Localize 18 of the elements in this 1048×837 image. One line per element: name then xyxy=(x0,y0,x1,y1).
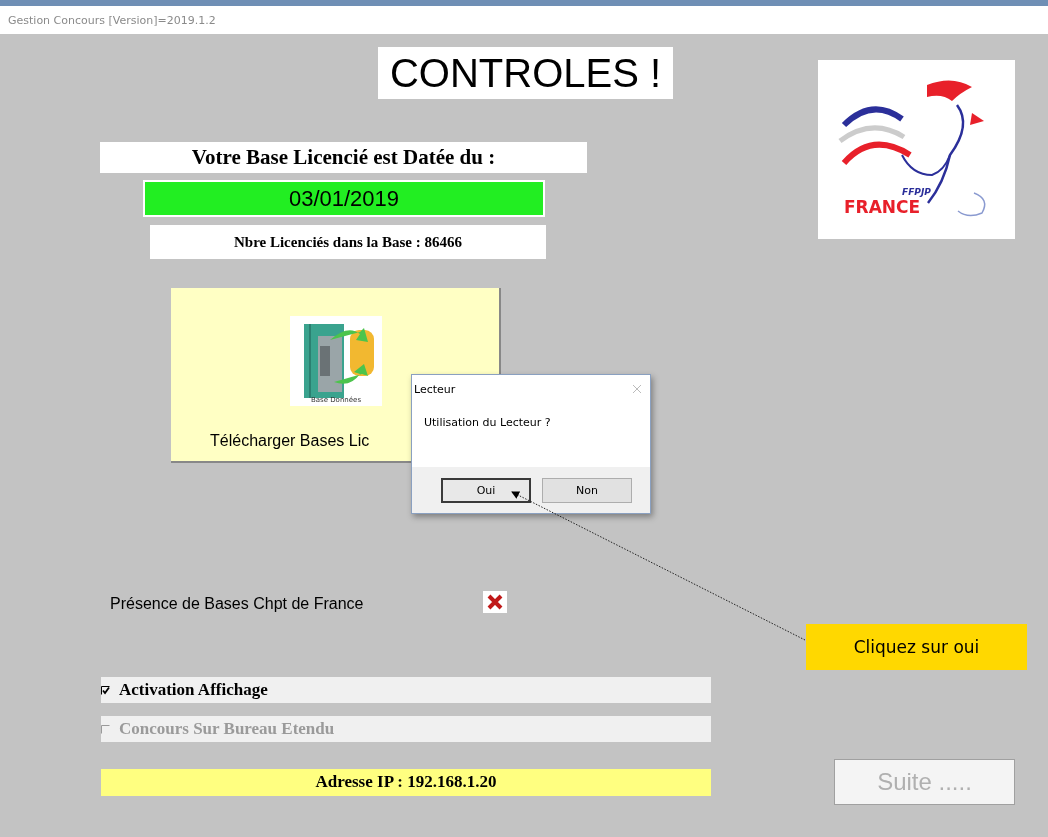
licensee-count: Nbre Licenciés dans la Base : 86466 xyxy=(150,225,546,259)
option-label: Activation Affichage xyxy=(119,680,268,700)
ip-address-bar: Adresse IP : 192.168.1.20 xyxy=(101,768,711,796)
option-label: Concours Sur Bureau Etendu xyxy=(119,719,335,739)
logo-text: FFPJP xyxy=(901,186,931,197)
window-title: Gestion Concours [Version]=2019.1.2 xyxy=(8,13,216,27)
close-icon[interactable] xyxy=(632,384,642,394)
status-label: Présence de Bases Chpt de France xyxy=(110,595,365,613)
base-date-value: 03/01/2019 xyxy=(143,180,545,217)
page-heading: CONTROLES ! xyxy=(378,47,673,99)
checkbox[interactable] xyxy=(101,685,110,695)
database-sync-icon xyxy=(290,316,382,406)
base-date-label: Votre Base Licencié est Datée du : xyxy=(100,142,587,173)
dialog-title: Lecteur xyxy=(414,382,456,396)
callout-note: Cliquez sur oui xyxy=(806,624,1027,670)
dialog-button[interactable]: Oui xyxy=(441,477,531,503)
dialog-button[interactable]: Non xyxy=(542,477,632,503)
logo-text: FRANCE xyxy=(843,196,920,217)
